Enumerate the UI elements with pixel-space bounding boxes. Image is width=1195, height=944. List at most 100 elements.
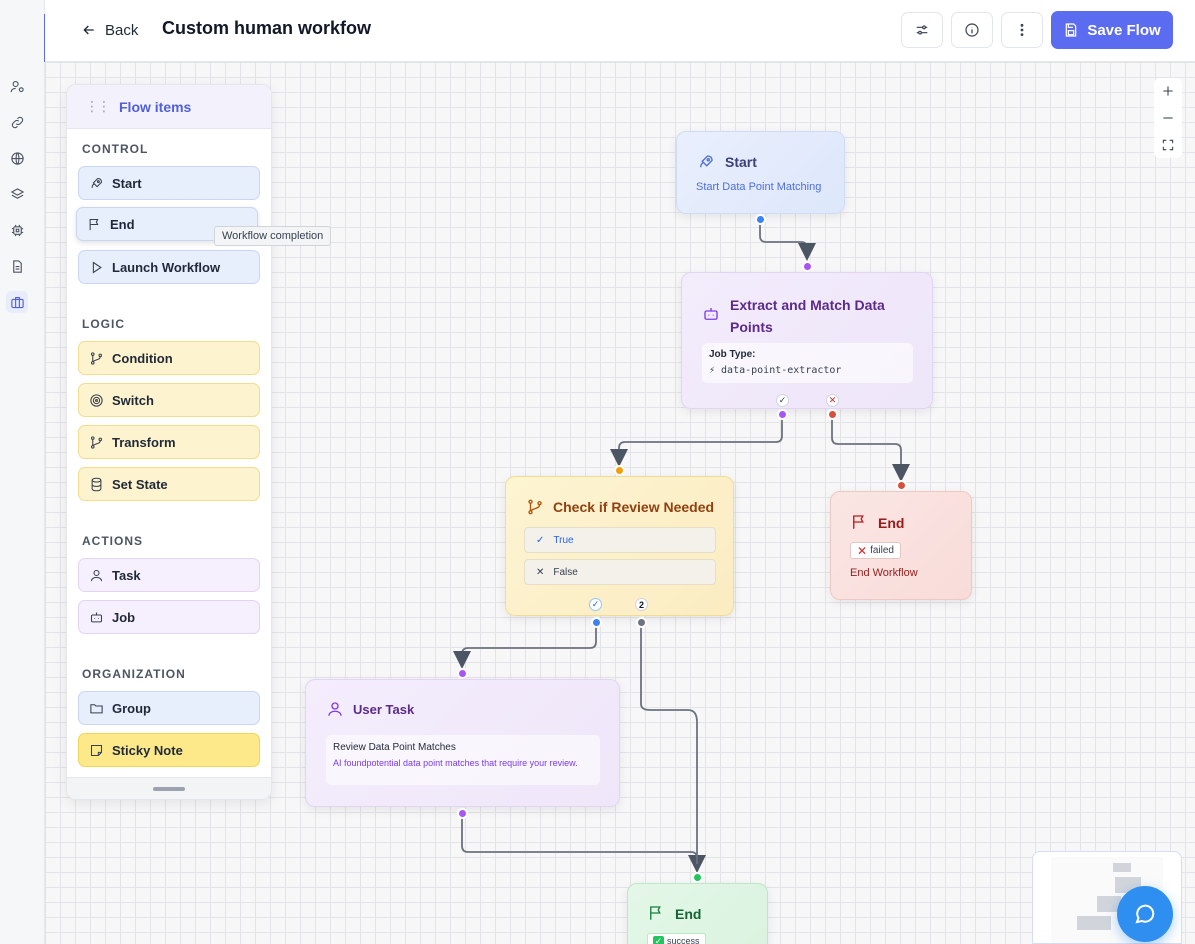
section-actions: ACTIONS [82,534,143,548]
node-start[interactable]: Start Start Data Point Matching [676,131,845,214]
more-vertical-icon [1020,23,1024,37]
flow-item-condition[interactable]: Condition [78,341,260,375]
source-handle[interactable] [755,214,766,225]
node-title: Check if Review Needed [553,499,715,515]
failure-handle[interactable] [827,409,838,420]
false-tag: 2 [635,598,648,611]
section-logic: LOGIC [82,317,125,331]
chat-button[interactable] [1117,886,1173,942]
target-handle[interactable] [457,668,468,679]
sticky-note-icon [90,744,103,756]
status-badge: ✓ success [647,933,706,944]
flow-item-label: Job [112,609,136,625]
zoom-out-icon[interactable] [1161,111,1175,125]
target-handle[interactable] [692,872,703,883]
flow-item-label: End [110,216,135,232]
task-description-box: Review Data Point Matches AI foundpotent… [326,735,600,785]
node-end-failed[interactable]: End ✕ failed End Workflow [830,491,972,600]
check-box-icon: ✓ [653,935,664,944]
zoom-controls [1154,78,1182,158]
option-label: True [553,534,574,546]
condition-option-false[interactable]: ✕ False [524,559,716,585]
node-title: User Task [353,702,415,717]
option-label: False [553,566,578,578]
target-handle[interactable] [896,480,907,491]
panel-resize-handle[interactable] [67,777,271,799]
section-organization: ORGANIZATION [82,667,186,681]
job-type-box: Job Type: ⚡ data-point-extractor [702,343,913,383]
git-branch-icon [528,499,542,515]
save-flow-button[interactable]: Save Flow [1051,11,1173,49]
user-icon [90,569,103,581]
condition-option-true[interactable]: ✓ True [524,527,716,553]
database-icon [91,477,102,491]
node-subtitle: Start Data Point Matching [696,181,822,193]
settings-sliders-button[interactable] [901,12,943,48]
target-handle[interactable] [802,261,813,272]
flow-items-title: Flow items [119,98,192,115]
target-handle[interactable] [614,465,625,476]
fit-view-icon[interactable] [1161,138,1175,152]
user-settings-icon[interactable] [6,75,28,97]
flow-item-label: Group [112,700,151,716]
badge-label: failed [870,545,894,556]
flow-item-set-state[interactable]: Set State [78,467,260,501]
false-handle[interactable] [636,617,647,628]
bot-icon [90,612,103,622]
arrow-left-icon [83,25,94,35]
resize-grip-icon[interactable] [153,786,185,791]
node-title: End [878,515,905,531]
bot-icon [704,308,718,320]
info-button[interactable] [951,12,993,48]
briefcase-icon[interactable] [6,291,28,313]
back-button[interactable]: Back [81,18,138,42]
source-handle[interactable] [457,808,468,819]
flow-item-label: Set State [112,476,168,492]
flow-items-header[interactable]: ⋮⋮ Flow items [67,85,271,129]
node-subtitle: End Workflow [850,567,918,579]
rocket-icon [91,177,103,188]
link-icon[interactable] [6,111,28,133]
flow-item-launch-workflow[interactable]: Launch Workflow [78,250,260,284]
flag-icon [89,218,99,230]
failure-tag: ✕ [826,394,839,407]
user-icon [328,702,342,716]
node-extract-match[interactable]: Extract and Match Data Points Job Type: … [681,272,933,409]
minimap-node [1077,916,1111,930]
document-icon[interactable] [6,255,28,277]
flow-item-task[interactable]: Task [78,558,260,592]
true-tag: ✓ [589,598,602,611]
flag-icon [853,515,864,529]
flow-item-label: Sticky Note [112,742,183,758]
flow-items-panel: ⋮⋮ Flow items CONTROL Start End Launch W… [66,84,272,800]
status-badge: ✕ failed [850,542,901,559]
true-handle[interactable] [591,617,602,628]
flow-item-label: Launch Workflow [112,259,221,275]
flow-item-start[interactable]: Start [78,166,260,200]
job-type-value: ⚡ data-point-extractor [709,365,842,376]
node-check-review[interactable]: Check if Review Needed ✓ True ✕ False [505,476,734,616]
globe-icon[interactable] [6,147,28,169]
node-title: Extract and Match Data Points [730,297,885,335]
badge-label: success [667,936,700,944]
flow-item-job[interactable]: Job [78,600,260,634]
play-icon [92,261,102,273]
check-icon: ✓ [536,534,545,546]
more-options-button[interactable] [1001,12,1043,48]
node-user-task[interactable]: User Task Review Data Point Matches AI f… [305,679,620,807]
page-title: Custom human workfow [162,18,372,38]
tooltip: Workflow completion [214,226,332,246]
save-icon [1066,23,1077,37]
success-handle[interactable] [777,409,788,420]
flow-item-switch[interactable]: Switch [78,383,260,417]
zoom-in-icon[interactable] [1161,84,1175,98]
flow-item-sticky-note[interactable]: Sticky Note [78,733,260,767]
node-end-success[interactable]: End ✓ success [627,883,768,944]
drag-grip-icon[interactable]: ⋮⋮ [85,98,111,115]
node-title: Start [725,154,757,170]
chip-icon[interactable] [6,219,28,241]
flow-item-label: Transform [112,434,176,450]
flow-item-group[interactable]: Group [78,691,260,725]
layers-icon[interactable] [6,183,28,205]
flow-item-transform[interactable]: Transform [78,425,260,459]
